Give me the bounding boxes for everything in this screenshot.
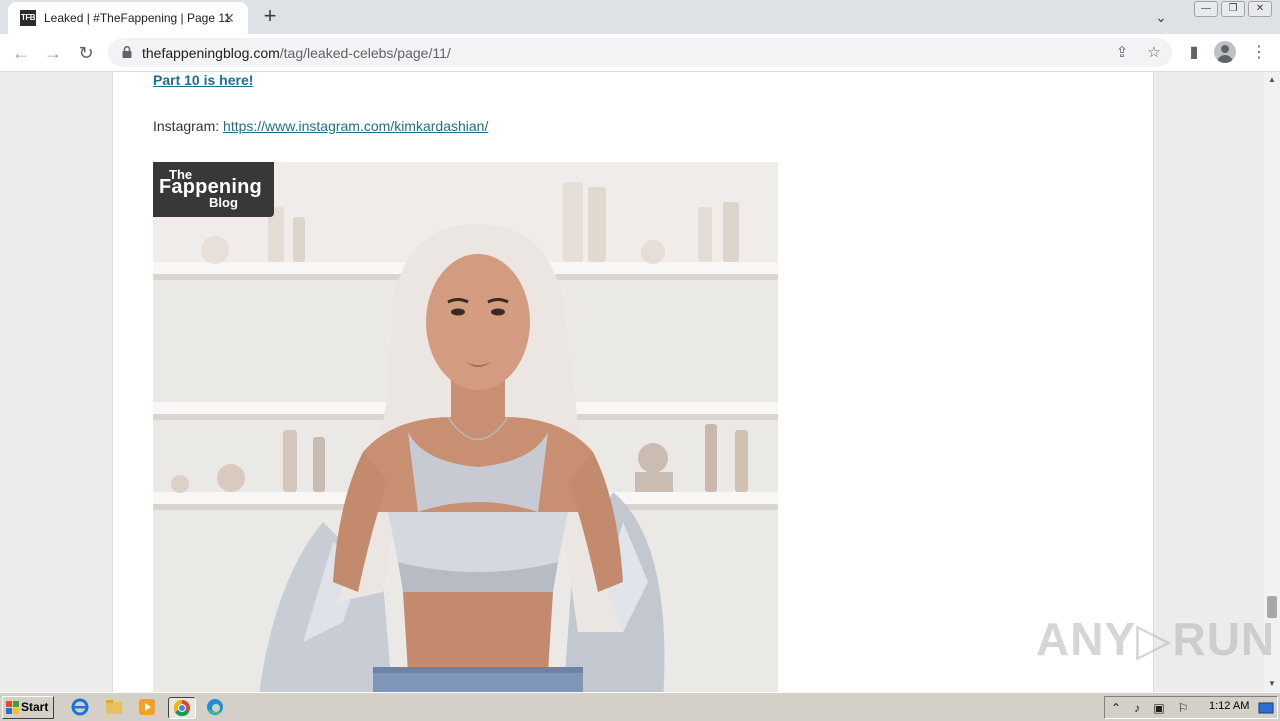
start-label: Start	[21, 700, 49, 714]
bookmark-star-icon[interactable]: ☆	[1143, 42, 1165, 64]
avatar-head	[1221, 45, 1229, 53]
page-scrollbar[interactable]: ▲ ▼	[1264, 72, 1280, 692]
chrome-menu-icon[interactable]: ⋮	[1246, 40, 1272, 66]
window-controls: — ❐ ✕	[1191, 0, 1272, 18]
address-bar[interactable]: thefappeningblog.com/tag/leaked-celebs/p…	[108, 38, 1172, 67]
chrome-taskbar-button[interactable]	[168, 697, 196, 719]
forward-button[interactable]: →	[40, 40, 66, 66]
tab-strip: TFB Leaked | #TheFappening | Page 11 ✕ +…	[0, 0, 1280, 34]
tray-expand-icon[interactable]: ⌃	[1108, 700, 1124, 716]
scroll-down-arrow-icon[interactable]: ▼	[1264, 676, 1280, 692]
url-domain: thefappeningblog.com	[142, 45, 280, 61]
close-window-button[interactable]: ✕	[1248, 1, 1272, 17]
volume-icon[interactable]: ♪	[1129, 700, 1145, 716]
browser-toolbar: ← → ↻ thefappeningblog.com/tag/leaked-ce…	[0, 34, 1280, 72]
chrome-icon	[173, 699, 190, 717]
windows-flag-icon	[6, 701, 19, 714]
part-10-link[interactable]: Part 10 is here!	[153, 72, 253, 88]
back-button[interactable]: ←	[8, 40, 34, 66]
logo-line-blog: Blog	[209, 195, 238, 210]
internet-explorer-icon[interactable]	[70, 697, 90, 717]
browser-tab[interactable]: TFB Leaked | #TheFappening | Page 11 ✕	[8, 2, 248, 34]
reload-button[interactable]: ↻	[73, 40, 99, 66]
article-content: Part 10 is here! Instagram: https://www.…	[112, 72, 1154, 692]
site-logo: The Fappening Blog	[153, 162, 274, 217]
url-text: thefappeningblog.com/tag/leaked-celebs/p…	[142, 45, 451, 61]
instagram-link[interactable]: https://www.instagram.com/kimkardashian/	[223, 118, 488, 134]
side-panel-icon[interactable]: ▮	[1181, 40, 1207, 66]
instagram-label: Instagram:	[153, 118, 224, 134]
taskbar-clock[interactable]: 1:12 AM	[1209, 700, 1249, 712]
scroll-up-arrow-icon[interactable]: ▲	[1264, 72, 1280, 88]
windows-taskbar: Start ⌃ ♪ ▣ ⚐ 1:12 AM	[0, 692, 1280, 721]
restore-button[interactable]: ❐	[1221, 1, 1245, 17]
file-explorer-icon[interactable]	[104, 697, 124, 717]
article-photo[interactable]: The Fappening Blog	[153, 162, 778, 692]
site-favicon-icon: TFB	[20, 10, 36, 26]
instagram-line: Instagram: https://www.instagram.com/kim…	[153, 118, 488, 134]
lock-icon	[122, 45, 132, 58]
avatar-body	[1217, 55, 1233, 63]
edge-icon[interactable]	[205, 697, 225, 717]
show-desktop-icon[interactable]	[1258, 700, 1274, 716]
start-button[interactable]: Start	[2, 696, 54, 719]
photo-illustration	[153, 162, 778, 692]
network-icon[interactable]: ▣	[1151, 700, 1167, 716]
page-viewport: Part 10 is here! Instagram: https://www.…	[0, 72, 1264, 692]
tab-title: Leaked | #TheFappening | Page 11	[44, 11, 231, 25]
action-center-flag-icon[interactable]: ⚐	[1175, 700, 1191, 716]
tab-search-chevron-icon[interactable]: ⌄	[1150, 6, 1172, 28]
share-icon[interactable]: ⇪	[1111, 42, 1133, 64]
media-player-icon[interactable]	[137, 697, 157, 717]
system-tray: ⌃ ♪ ▣ ⚐ 1:12 AM	[1104, 696, 1278, 719]
minimize-button[interactable]: —	[1194, 1, 1218, 17]
new-tab-button[interactable]: +	[258, 5, 282, 29]
tab-close-icon[interactable]: ✕	[220, 9, 238, 27]
profile-avatar-icon[interactable]	[1214, 41, 1236, 63]
anyrun-watermark: ANY▷RUN	[1036, 613, 1276, 665]
url-path: /tag/leaked-celebs/page/11/	[279, 45, 451, 61]
